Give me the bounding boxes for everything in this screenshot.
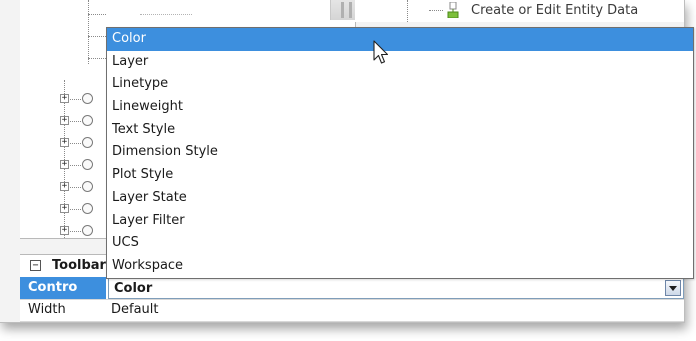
splitter-grip (341, 2, 344, 18)
dropdown-item-layer-state[interactable]: Layer State (107, 187, 693, 210)
property-row[interactable]: Width Default (20, 299, 684, 322)
entity-data-label[interactable]: Create or Edit Entity Data (471, 3, 638, 18)
combobox-value: Color (114, 281, 153, 296)
expand-icon[interactable]: + (60, 138, 69, 147)
dropdown-item-color[interactable]: Color (107, 28, 693, 51)
dropdown-arrow-icon[interactable] (665, 280, 681, 296)
tree-connector (88, 14, 106, 15)
placeholder-line (140, 14, 192, 15)
dropdown-item-dimension-style[interactable]: Dimension Style (107, 141, 693, 164)
tree-connector (88, 58, 106, 59)
entity-data-icon (447, 2, 459, 18)
property-name: Width (28, 302, 66, 317)
tree-connector (70, 121, 81, 122)
circle-icon (82, 137, 93, 148)
dropdown-item-lineweight[interactable]: Lineweight (107, 96, 693, 119)
tree-connector (88, 0, 89, 64)
dropdown-item-plot-style[interactable]: Plot Style (107, 164, 693, 187)
control-dropdown-list[interactable]: Color Layer Linetype Lineweight Text Sty… (106, 27, 694, 279)
dropdown-item-text-style[interactable]: Text Style (107, 119, 693, 142)
circle-icon (82, 225, 93, 236)
mouse-cursor-icon (373, 40, 389, 64)
tree-connector (407, 0, 408, 22)
expand-icon[interactable]: + (60, 182, 69, 191)
dropdown-item-linetype[interactable]: Linetype (107, 73, 693, 96)
tree-connector (70, 187, 81, 188)
control-combobox[interactable]: Color (108, 277, 684, 299)
dropdown-item-workspace[interactable]: Workspace (107, 255, 693, 278)
property-value[interactable]: Default (108, 299, 159, 321)
tree-connector (70, 231, 81, 232)
splitter-grip (349, 2, 352, 18)
expand-icon[interactable]: + (60, 160, 69, 169)
property-name[interactable]: Contro (20, 277, 106, 299)
circle-icon (82, 159, 93, 170)
expand-icon[interactable]: + (60, 204, 69, 213)
circle-icon (82, 181, 93, 192)
dropdown-item-layer-filter[interactable]: Layer Filter (107, 210, 693, 233)
tree-connector (429, 10, 443, 11)
circle-icon (82, 203, 93, 214)
tree-connector (70, 209, 81, 210)
category-title: Toolbar (52, 258, 106, 273)
dropdown-item-layer[interactable]: Layer (107, 51, 693, 74)
circle-icon (82, 115, 93, 126)
expand-icon[interactable]: + (60, 116, 69, 125)
collapse-icon[interactable]: − (30, 260, 41, 271)
dropdown-item-ucs[interactable]: UCS (107, 232, 693, 255)
circle-icon (82, 93, 93, 104)
property-row[interactable]: Contro Color (20, 277, 684, 300)
expand-icon[interactable]: + (60, 226, 69, 235)
tree-connector (70, 99, 81, 100)
tree-connector (70, 165, 81, 166)
right-pane: Create or Edit Entity Data (355, 0, 684, 22)
expand-icon[interactable]: + (60, 94, 69, 103)
tree-connector (88, 36, 106, 37)
tree-connector (70, 143, 81, 144)
